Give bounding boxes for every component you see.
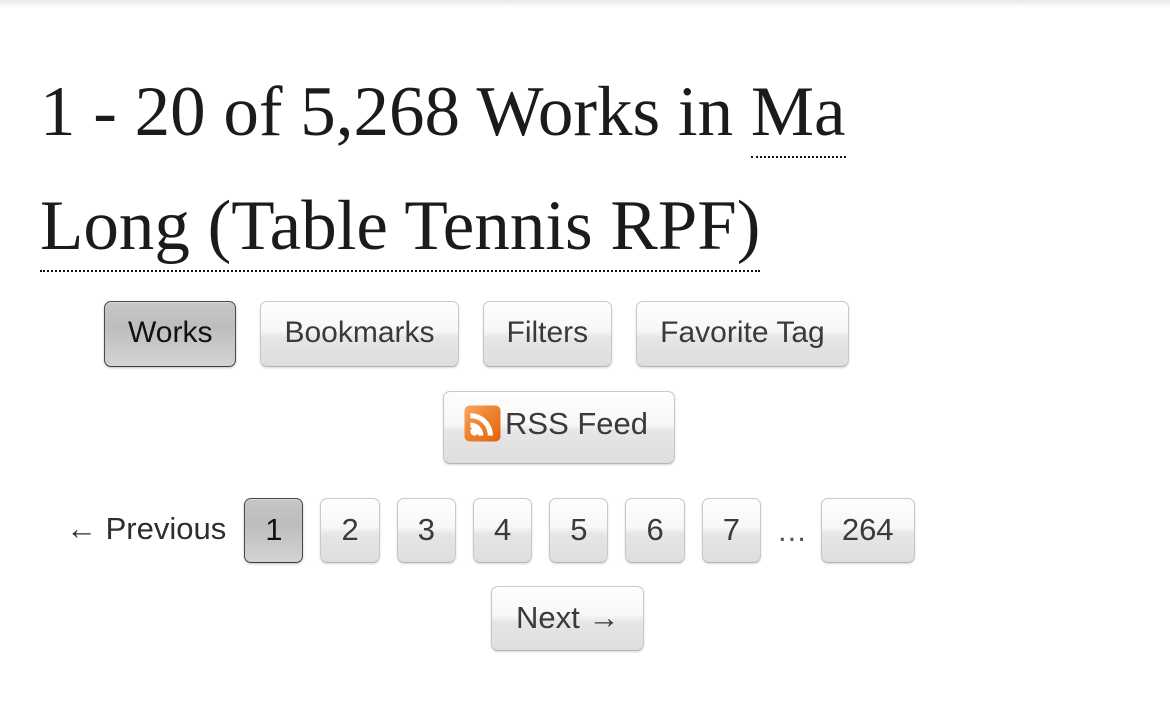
pagination-next-row: Next → — [0, 586, 1170, 651]
rss-row: RSS Feed — [0, 391, 1170, 464]
pagination-page-6[interactable]: 6 — [625, 498, 685, 563]
works-listing-page: 1 - 20 of 5,268 Works in Ma Long (Table … — [0, 7, 1170, 651]
tag-nav-buttons: Works Bookmarks Filters Favorite Tag — [0, 301, 1170, 367]
rss-button-inner: RSS Feed — [464, 405, 648, 442]
pagination-ellipsis: ... — [777, 512, 807, 548]
pagination-page-2[interactable]: 2 — [320, 498, 380, 563]
nav-button-favorite-tag[interactable]: Favorite Tag — [636, 301, 849, 367]
pagination-page-5[interactable]: 5 — [549, 498, 609, 563]
pagination-page-4[interactable]: 4 — [472, 498, 533, 563]
pagination-page-7[interactable]: 7 — [701, 498, 761, 563]
page-title-count: 1 - 20 of 5,268 Works in — [40, 73, 751, 151]
rss-icon — [464, 405, 501, 442]
rss-feed-button[interactable]: RSS Feed — [443, 391, 676, 464]
pagination-page-1[interactable]: 1 — [244, 498, 304, 563]
pagination-page-3[interactable]: 3 — [396, 498, 456, 563]
nav-button-works[interactable]: Works — [104, 301, 237, 367]
pagination-previous: ← Previous — [66, 510, 227, 546]
pagination-page-last[interactable]: 264 — [820, 498, 915, 563]
pagination: ← Previous 1 2 3 4 5 6 7... 264 — [0, 498, 1170, 563]
pagination-next-button[interactable]: Next → — [491, 586, 645, 651]
page-top-band — [0, 0, 1170, 7]
page-title: 1 - 20 of 5,268 Works in Ma Long (Table … — [0, 7, 940, 283]
nav-button-bookmarks[interactable]: Bookmarks — [260, 301, 459, 367]
nav-button-filters[interactable]: Filters — [482, 301, 613, 367]
rss-feed-label: RSS Feed — [505, 406, 649, 441]
